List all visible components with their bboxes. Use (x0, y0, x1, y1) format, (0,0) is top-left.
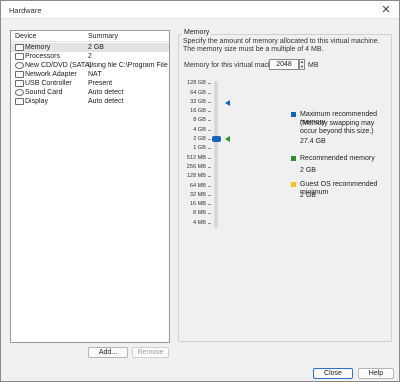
memory-icon (15, 44, 24, 51)
device-name: New CD/DVD (SATA) (25, 62, 92, 69)
device-summary: 2 (88, 53, 92, 60)
close-icon[interactable]: ✕ (379, 3, 393, 17)
recommended-marker (225, 136, 230, 142)
scale-label: 8 GB (193, 117, 206, 123)
device-row-usb-controller[interactable]: USB Controller Present (11, 79, 169, 88)
scale-label: 128 MB (186, 173, 206, 179)
scale-tick (208, 204, 211, 205)
chevron-down-icon[interactable]: ▼ (300, 65, 304, 69)
scale-tick (208, 158, 211, 159)
memory-stepper[interactable]: ▲ ▼ (299, 59, 305, 70)
device-name: Memory (25, 44, 51, 51)
scale-label: 512 MB (186, 155, 206, 161)
help-button[interactable]: Help (358, 368, 394, 379)
memory-slider-thumb[interactable] (212, 136, 221, 142)
scale-label: 32 GB (190, 99, 206, 105)
scale-tick (208, 102, 211, 103)
device-row-display[interactable]: Display Auto detect (11, 97, 169, 106)
device-summary: Auto detect (88, 89, 124, 96)
device-list[interactable]: Device Summary Memory 2 GB Processors 2 … (10, 30, 170, 343)
device-summary: 2 GB (88, 44, 104, 51)
device-name: Network Adapter (25, 71, 77, 78)
scale-label: 128 GB (187, 80, 206, 86)
scale-label: 64 GB (190, 90, 206, 96)
scale-tick (208, 213, 211, 214)
processor-icon (15, 53, 24, 60)
scale-label: 64 MB (189, 183, 206, 189)
device-summary: Present (88, 80, 113, 87)
scale-tick (208, 223, 211, 224)
column-header-device[interactable]: Device (15, 33, 36, 40)
device-name: USB Controller (25, 80, 72, 87)
scale-label: 16 GB (190, 108, 206, 114)
device-row-network-adapter[interactable]: Network Adapter NAT (11, 70, 169, 79)
scale-label: 256 MB (186, 164, 206, 170)
column-header-summary[interactable]: Summary (88, 33, 118, 40)
device-row-sound-card[interactable]: Sound Card Auto detect (11, 88, 169, 97)
scale-label: 1 GB (193, 145, 206, 151)
usb-controller-icon (15, 80, 24, 87)
scale-tick (208, 93, 211, 94)
memory-group-title: Memory (182, 29, 212, 36)
remove-button[interactable]: Remove (132, 347, 169, 358)
device-summary: NAT (88, 71, 102, 78)
scale-tick (208, 186, 211, 187)
title-bar: Hardware ✕ (1, 1, 399, 19)
scale-tick (208, 167, 211, 168)
scale-tick (208, 130, 211, 131)
scale-tick (208, 139, 211, 140)
scale-tick (208, 176, 211, 177)
device-row-cd-dvd[interactable]: New CD/DVD (SATA) Using file C:\Program … (11, 61, 169, 70)
scale-label: 2 GB (193, 136, 206, 142)
memory-unit: MB (308, 62, 319, 69)
memory-description: Specify the amount of memory allocated t… (183, 38, 380, 53)
memory-input[interactable]: 2048 (269, 59, 299, 70)
guest-min-swatch (291, 182, 296, 187)
memory-slider-track[interactable] (214, 81, 218, 228)
guest-min-value: 2 GB (300, 192, 316, 199)
add-button[interactable]: Add... (88, 347, 128, 358)
max-recommended-value: 27.4 GB (300, 138, 326, 145)
scale-label: 4 MB (192, 220, 206, 226)
recommended-title: Recommended memory (300, 155, 375, 162)
network-adapter-icon (15, 71, 24, 78)
device-row-memory[interactable]: Memory 2 GB (11, 43, 169, 52)
scale-tick (208, 195, 211, 196)
max-recommended-note: (Memory swapping may occur beyond this s… (300, 120, 375, 135)
display-icon (15, 98, 24, 105)
sound-card-icon (15, 89, 24, 96)
device-summary: Using file C:\Program Files (x... (88, 62, 168, 69)
scale-tick (208, 148, 211, 149)
hardware-dialog: Hardware ✕ Device Summary Memory 2 GB Pr… (0, 0, 400, 382)
device-summary: Auto detect (88, 98, 124, 105)
cd-dvd-icon (15, 62, 24, 69)
window-title: Hardware (9, 6, 42, 15)
recommended-value: 2 GB (300, 167, 316, 174)
device-list-header: Device Summary (11, 31, 169, 42)
scale-tick (208, 83, 211, 84)
scale-label: 32 MB (189, 192, 206, 198)
scale-label: 4 GB (193, 127, 206, 133)
device-name: Display (25, 98, 48, 105)
device-name: Sound Card (25, 89, 63, 96)
scale-label: 8 MB (192, 210, 206, 216)
max-recommended-swatch (291, 112, 296, 117)
scale-label: 16 MB (189, 201, 206, 207)
device-name: Processors (25, 53, 61, 60)
close-button[interactable]: Close (313, 368, 353, 379)
scale-tick (208, 120, 211, 121)
recommended-swatch (291, 156, 296, 161)
device-row-processors[interactable]: Processors 2 (11, 52, 169, 61)
max-recommended-marker (225, 100, 230, 106)
scale-tick (208, 111, 211, 112)
